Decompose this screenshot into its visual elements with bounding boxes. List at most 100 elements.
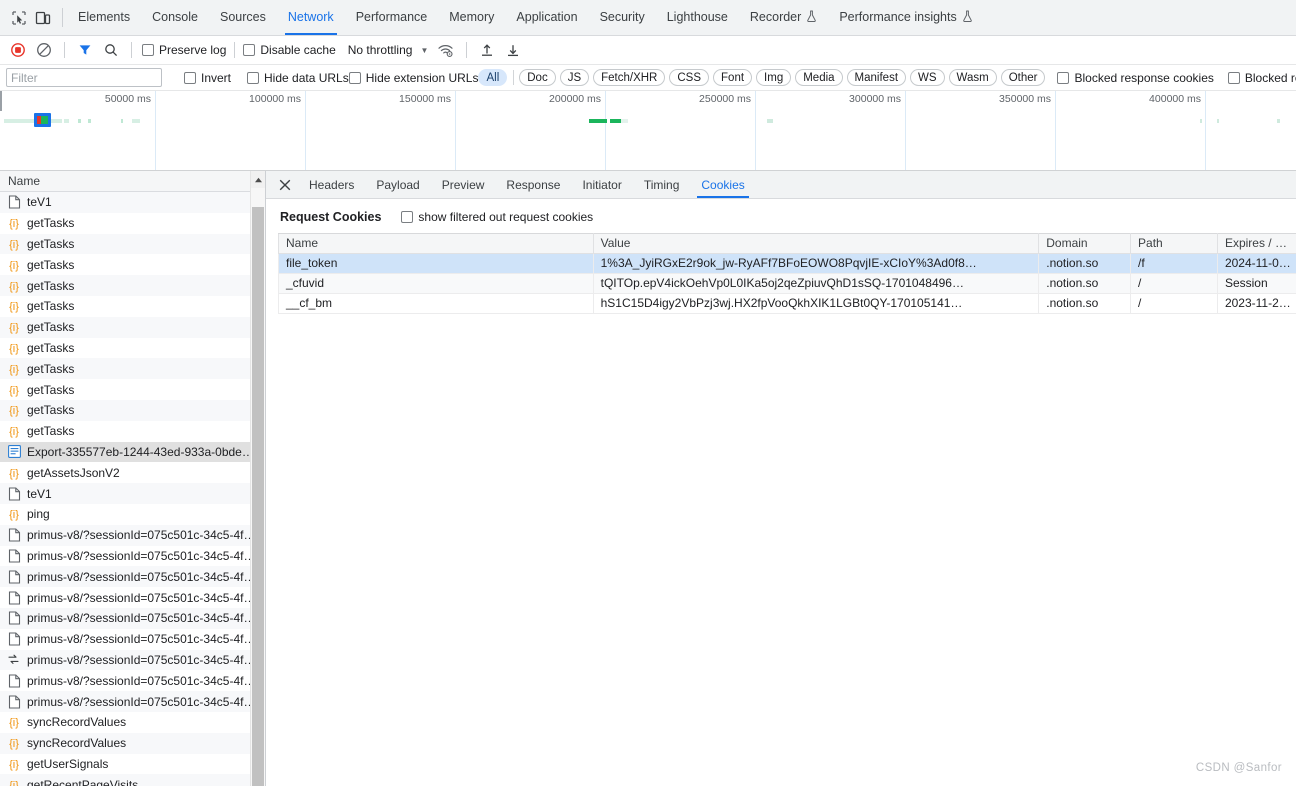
cookie-row[interactable]: _cfuvidtQITOp.epV4ickOehVp0L0IKa5oj2qeZp… (279, 274, 1296, 294)
detail-tab-headers[interactable]: Headers (298, 171, 365, 198)
cookies-column-header[interactable]: Value (593, 234, 1039, 254)
filter-type-font[interactable]: Font (713, 69, 752, 86)
request-row[interactable]: primus-v8/?sessionId=075c501c-34c5-4f… (0, 525, 265, 546)
request-row[interactable]: {i}getTasks (0, 338, 265, 359)
blocked-response-cookies-checkbox[interactable]: Blocked response cookies (1057, 71, 1213, 85)
request-row[interactable]: primus-v8/?sessionId=075c501c-34c5-4f… (0, 650, 265, 671)
tab-security[interactable]: Security (589, 0, 656, 35)
cookie-row[interactable]: file_token1%3A_JyiRGxE2r9ok_jw-RyAFf7BFo… (279, 254, 1296, 274)
show-filtered-cookies-checkbox[interactable]: show filtered out request cookies (401, 210, 593, 224)
tab-memory[interactable]: Memory (438, 0, 505, 35)
detail-tab-initiator[interactable]: Initiator (571, 171, 632, 198)
request-row[interactable]: {i}getTasks (0, 254, 265, 275)
request-row[interactable]: {i}getAssetsJsonV2 (0, 462, 265, 483)
tab-performance[interactable]: Performance (345, 0, 439, 35)
request-row[interactable]: {i}getTasks (0, 400, 265, 421)
hide-extension-urls-checkbox[interactable]: Hide extension URLs (349, 71, 479, 85)
detail-tab-cookies[interactable]: Cookies (690, 171, 755, 198)
request-row[interactable]: primus-v8/?sessionId=075c501c-34c5-4f… (0, 629, 265, 650)
svg-text:{i}: {i} (9, 322, 19, 334)
request-row[interactable]: teV1 (0, 192, 265, 213)
svg-text:{i}: {i} (9, 281, 19, 293)
overview-left-edge (0, 91, 2, 111)
scrollbar-thumb[interactable] (252, 207, 264, 786)
filter-type-doc[interactable]: Doc (519, 69, 555, 86)
tab-elements[interactable]: Elements (67, 0, 141, 35)
tab-network[interactable]: Network (277, 0, 345, 35)
scroll-up-icon[interactable] (251, 171, 265, 188)
devtools-tabstrip: ElementsConsoleSourcesNetworkPerformance… (0, 0, 1296, 36)
close-icon[interactable] (272, 171, 298, 198)
filter-type-img[interactable]: Img (756, 69, 791, 86)
overview-selection-highlight[interactable] (34, 113, 51, 127)
tab-application[interactable]: Application (505, 0, 588, 35)
filter-type-css[interactable]: CSS (669, 69, 709, 86)
tab-sources[interactable]: Sources (209, 0, 277, 35)
request-row[interactable]: {i}syncRecordValues (0, 712, 265, 733)
cookies-column-header[interactable]: Path (1131, 234, 1218, 254)
import-har-icon[interactable] (475, 39, 499, 61)
clear-icon[interactable] (32, 39, 56, 61)
detail-tab-preview[interactable]: Preview (431, 171, 496, 198)
filter-type-other[interactable]: Other (1001, 69, 1046, 86)
tab-console[interactable]: Console (141, 0, 209, 35)
experiment-flask-icon (957, 10, 973, 25)
filter-type-ws[interactable]: WS (910, 69, 945, 86)
request-row[interactable]: {i}ping (0, 504, 265, 525)
detail-tab-payload[interactable]: Payload (365, 171, 430, 198)
request-row[interactable]: {i}getTasks (0, 275, 265, 296)
preserve-log-checkbox[interactable]: Preserve log (142, 43, 226, 57)
search-icon[interactable] (99, 39, 123, 61)
tab-lighthouse[interactable]: Lighthouse (656, 0, 739, 35)
request-row[interactable]: teV1 (0, 483, 265, 504)
cookies-column-header[interactable]: Expires / … (1217, 234, 1296, 254)
request-detail-pane: HeadersPayloadPreviewResponseInitiatorTi… (266, 171, 1296, 786)
request-row[interactable]: {i}getTasks (0, 234, 265, 255)
network-overview-timeline[interactable]: 50000 ms100000 ms150000 ms200000 ms25000… (0, 91, 1296, 171)
device-toolbar-icon[interactable] (34, 9, 52, 27)
filter-type-wasm[interactable]: Wasm (949, 69, 997, 86)
request-row[interactable]: primus-v8/?sessionId=075c501c-34c5-4f… (0, 691, 265, 712)
request-row[interactable]: {i}getRecentPageVisits (0, 774, 265, 786)
invert-checkbox[interactable]: Invert (184, 71, 231, 85)
inspect-icon[interactable] (10, 9, 28, 27)
request-row[interactable]: {i}getTasks (0, 317, 265, 338)
request-row[interactable]: {i}getUserSignals (0, 754, 265, 775)
detail-tab-timing[interactable]: Timing (633, 171, 691, 198)
filter-type-media[interactable]: Media (795, 69, 842, 86)
request-row[interactable]: {i}syncRecordValues (0, 733, 265, 754)
detail-tab-response[interactable]: Response (495, 171, 571, 198)
tab-recorder[interactable]: Recorder (739, 0, 828, 35)
request-row[interactable]: {i}getTasks (0, 379, 265, 400)
request-row[interactable]: primus-v8/?sessionId=075c501c-34c5-4f… (0, 566, 265, 587)
tab-performance-insights[interactable]: Performance insights (828, 0, 983, 35)
blocked-requests-checkbox[interactable]: Blocked requests (1228, 71, 1296, 85)
cookies-column-header[interactable]: Name (279, 234, 594, 254)
tab-label: Lighthouse (667, 11, 728, 24)
filter-type-all[interactable]: All (478, 69, 507, 86)
request-row[interactable]: {i}getTasks (0, 421, 265, 442)
request-row[interactable]: primus-v8/?sessionId=075c501c-34c5-4f… (0, 546, 265, 567)
request-row[interactable]: {i}getTasks (0, 358, 265, 379)
cookies-column-header[interactable]: Domain (1039, 234, 1131, 254)
request-row[interactable]: primus-v8/?sessionId=075c501c-34c5-4f… (0, 608, 265, 629)
export-har-icon[interactable] (501, 39, 525, 61)
request-row[interactable]: primus-v8/?sessionId=075c501c-34c5-4f… (0, 670, 265, 691)
disable-cache-checkbox[interactable]: Disable cache (243, 43, 335, 57)
request-row[interactable]: {i}getTasks (0, 213, 265, 234)
request-row[interactable]: Export-335577eb-1244-43ed-933a-0bde… (0, 442, 265, 463)
throttling-select[interactable]: No throttling ▼ (348, 43, 429, 57)
filter-input[interactable] (6, 68, 162, 87)
request-row-name: teV1 (27, 195, 52, 209)
filter-type-js[interactable]: JS (560, 69, 589, 86)
request-list-scrollbar[interactable] (250, 171, 265, 786)
filter-type-manifest[interactable]: Manifest (847, 69, 906, 86)
hide-data-urls-checkbox[interactable]: Hide data URLs (247, 71, 349, 85)
record-stop-icon[interactable] (6, 39, 30, 61)
filter-type-fetch-xhr[interactable]: Fetch/XHR (593, 69, 665, 86)
cookie-row[interactable]: __cf_bmhS1C15D4igy2VbPzj3wj.HX2fpVooQkhX… (279, 294, 1296, 314)
request-row[interactable]: primus-v8/?sessionId=075c501c-34c5-4f… (0, 587, 265, 608)
throttling-wifi-icon[interactable] (434, 39, 458, 61)
request-row[interactable]: {i}getTasks (0, 296, 265, 317)
funnel-icon[interactable] (73, 39, 97, 61)
